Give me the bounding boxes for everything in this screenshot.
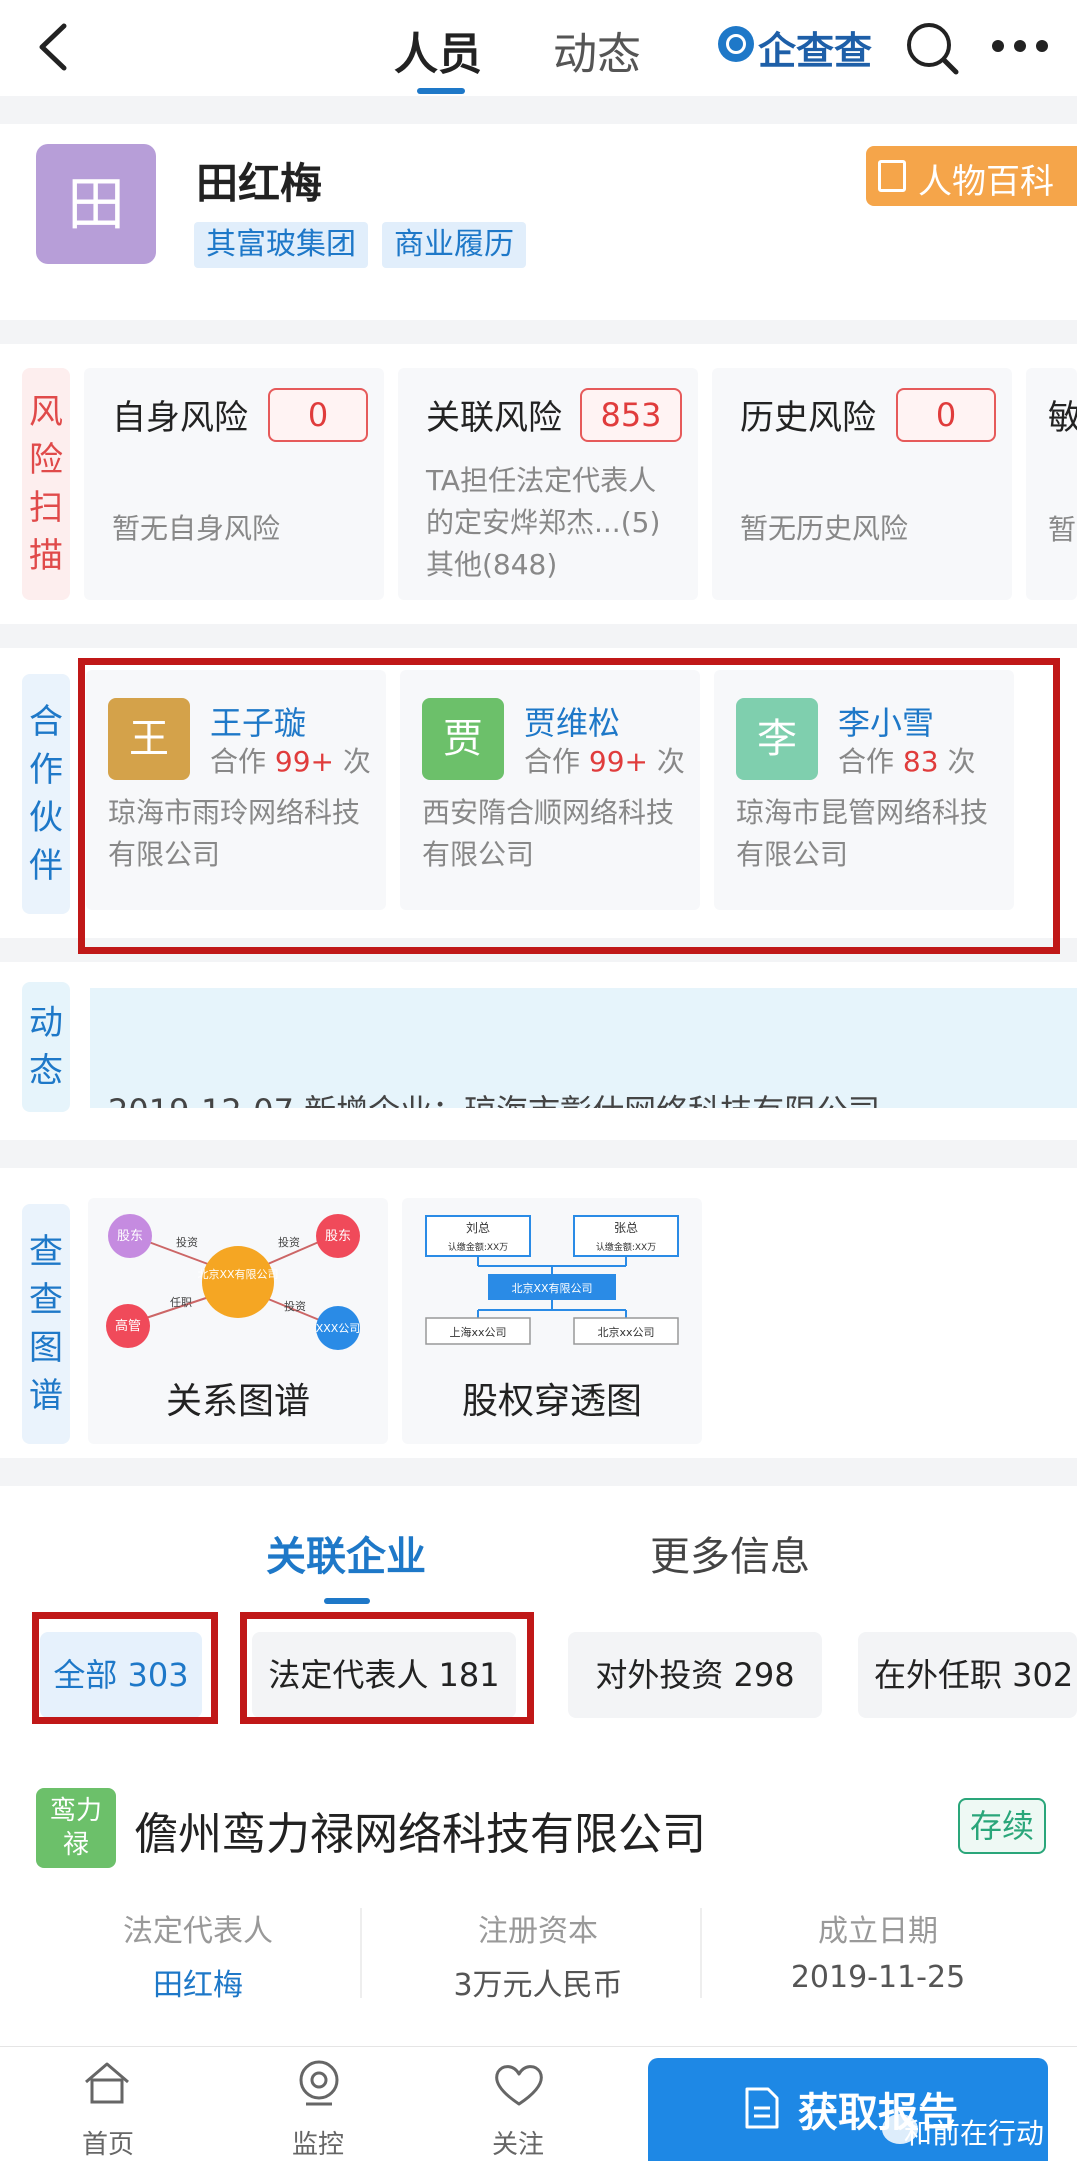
avatar: 田 bbox=[36, 144, 156, 264]
news-ticker[interactable]: 2019-12-07 新增企业：琼海市彰仕网络科技有限公司 bbox=[90, 988, 1077, 1108]
filter-external-positions[interactable]: 在外任职 302 bbox=[858, 1632, 1077, 1718]
field-value-legal-rep[interactable]: 田红梅 bbox=[48, 1960, 348, 2004]
document-icon bbox=[745, 2087, 779, 2129]
camera-monitor-icon[interactable] bbox=[294, 2058, 344, 2108]
risk-section: 风险扫描 自身风险 0 暂无自身风险 关联风险 853 TA担任法定代表人 的定… bbox=[0, 344, 1077, 624]
book-icon bbox=[878, 160, 906, 192]
relationship-graph-thumbnail: 北京XX有限公司 股东 股东 高管 XXX公司 投资 投资 任职 投资 bbox=[106, 1214, 361, 1350]
field-value-capital: 3万元人民币 bbox=[453, 1968, 623, 2003]
svg-text:投资: 投资 bbox=[284, 1299, 306, 1313]
status-badge: 存续 bbox=[958, 1798, 1046, 1854]
field-label-legal-rep: 法定代表人 bbox=[123, 1914, 273, 1949]
risk-count-badge: 0 bbox=[896, 388, 996, 442]
graph-side-label: 查查图谱 bbox=[22, 1204, 70, 1444]
section-tab-indicator bbox=[324, 1598, 370, 1604]
equity-graph-title: 股权穿透图 bbox=[461, 1381, 642, 1422]
partners-side-label: 合作伙伴 bbox=[22, 674, 70, 914]
person-name: 田红梅 bbox=[196, 159, 323, 208]
svg-text:高管: 高管 bbox=[115, 1318, 141, 1334]
company-name: 儋州鸾力禄网络科技有限公司 bbox=[134, 1809, 706, 1860]
top-bar: 人员 动态 企查查 bbox=[0, 0, 1077, 96]
svg-text:股东: 股东 bbox=[117, 1229, 143, 1244]
filter-investment[interactable]: 对外投资 298 bbox=[568, 1632, 822, 1718]
news-side-label: 动态 bbox=[22, 982, 70, 1112]
tab-more-info[interactable]: 更多信息 bbox=[650, 1524, 810, 1582]
risk-card-related[interactable]: 关联风险 853 TA担任法定代表人 的定安烨郑杰...(5) 其他(848) bbox=[398, 368, 698, 600]
svg-text:北京xx公司: 北京xx公司 bbox=[597, 1325, 654, 1339]
nav-monitor[interactable]: 监控 bbox=[258, 2124, 378, 2161]
svg-text:北京XX有限公司: 北京XX有限公司 bbox=[197, 1267, 278, 1281]
more-icon[interactable] bbox=[990, 38, 1050, 54]
svg-text:北京XX有限公司: 北京XX有限公司 bbox=[511, 1281, 592, 1295]
relationship-graph-card[interactable]: 北京XX有限公司 股东 股东 高管 XXX公司 投资 投资 任职 投资 关系图谱 bbox=[88, 1198, 388, 1444]
risk-card-history[interactable]: 历史风险 0 暂无历史风险 bbox=[712, 368, 1012, 600]
svg-text:任职: 任职 bbox=[170, 1296, 192, 1309]
relationship-graph-title: 关系图谱 bbox=[165, 1381, 310, 1422]
wiki-label: 人物百科 bbox=[918, 162, 1054, 202]
svg-text:投资: 投资 bbox=[176, 1235, 198, 1249]
search-icon[interactable] bbox=[904, 20, 960, 76]
field-label-founded: 成立日期 bbox=[818, 1914, 938, 1949]
svg-text:刘总: 刘总 bbox=[466, 1221, 490, 1235]
divider bbox=[700, 1908, 702, 1998]
equity-graph-thumbnail: 刘总 认缴金额:XX万 张总 认缴金额:XX万 北京XX有限公司 上海xx公司 … bbox=[425, 1215, 679, 1345]
tab-activity[interactable]: 动态 bbox=[553, 18, 641, 82]
profile-card: 田 田红梅 其富玻集团 商业履历 人物百科 bbox=[0, 124, 1077, 320]
tag-group[interactable]: 其富玻集团 bbox=[194, 222, 368, 268]
svg-text:认缴金额:XX万: 认缴金额:XX万 bbox=[596, 1241, 656, 1253]
company-logo: 鸾力禄 bbox=[36, 1788, 116, 1868]
heart-icon[interactable] bbox=[492, 2062, 546, 2108]
brand-logo-icon bbox=[718, 26, 754, 62]
nav-home[interactable]: 首页 bbox=[48, 2124, 168, 2161]
risk-side-label: 风险扫描 bbox=[22, 368, 70, 600]
highlight-box-partners bbox=[78, 658, 1060, 954]
field-value-founded: 2019-11-25 bbox=[790, 1960, 966, 1995]
tab-people[interactable]: 人员 bbox=[394, 18, 482, 82]
svg-text:投资: 投资 bbox=[278, 1235, 300, 1249]
svg-text:上海xx公司: 上海xx公司 bbox=[449, 1325, 506, 1339]
brand-name: 企查查 bbox=[758, 29, 873, 73]
highlight-box-legal-rep bbox=[240, 1612, 534, 1724]
svg-text:张总: 张总 bbox=[614, 1221, 638, 1235]
nav-follow[interactable]: 关注 bbox=[458, 2124, 578, 2161]
news-section: 动态 2019-12-07 新增企业：琼海市彰仕网络科技有限公司 bbox=[0, 962, 1077, 1140]
home-icon[interactable] bbox=[82, 2060, 132, 2106]
watermark: 和前在行动 bbox=[904, 2117, 1045, 2150]
divider bbox=[360, 1908, 362, 1998]
field-label-capital: 注册资本 bbox=[478, 1914, 598, 1949]
svg-text:股东: 股东 bbox=[325, 1229, 351, 1244]
news-item: 2019-12-07 新增企业：琼海市彰仕网络科技有限公司 bbox=[108, 1086, 880, 1108]
equity-graph-card[interactable]: 刘总 认缴金额:XX万 张总 认缴金额:XX万 北京XX有限公司 上海xx公司 … bbox=[402, 1198, 702, 1444]
svg-text:XXX公司: XXX公司 bbox=[316, 1322, 361, 1335]
risk-count-badge: 853 bbox=[580, 388, 682, 442]
wiki-button[interactable]: 人物百科 bbox=[866, 146, 1077, 206]
risk-count-badge: 0 bbox=[268, 388, 368, 442]
highlight-box-all bbox=[32, 1612, 218, 1724]
risk-card-sensitive[interactable]: 敏 暂 bbox=[1026, 368, 1077, 600]
graph-section: 查查图谱 北京XX有限公司 股东 股东 高管 XXX公司 投资 投资 任职 投资… bbox=[0, 1168, 1077, 1458]
tab-indicator bbox=[417, 88, 465, 94]
risk-card-self[interactable]: 自身风险 0 暂无自身风险 bbox=[84, 368, 384, 600]
back-arrow-icon[interactable] bbox=[34, 22, 74, 72]
tag-career[interactable]: 商业履历 bbox=[382, 222, 526, 268]
tab-related-companies[interactable]: 关联企业 bbox=[266, 1524, 426, 1582]
svg-text:认缴金额:XX万: 认缴金额:XX万 bbox=[448, 1241, 508, 1253]
